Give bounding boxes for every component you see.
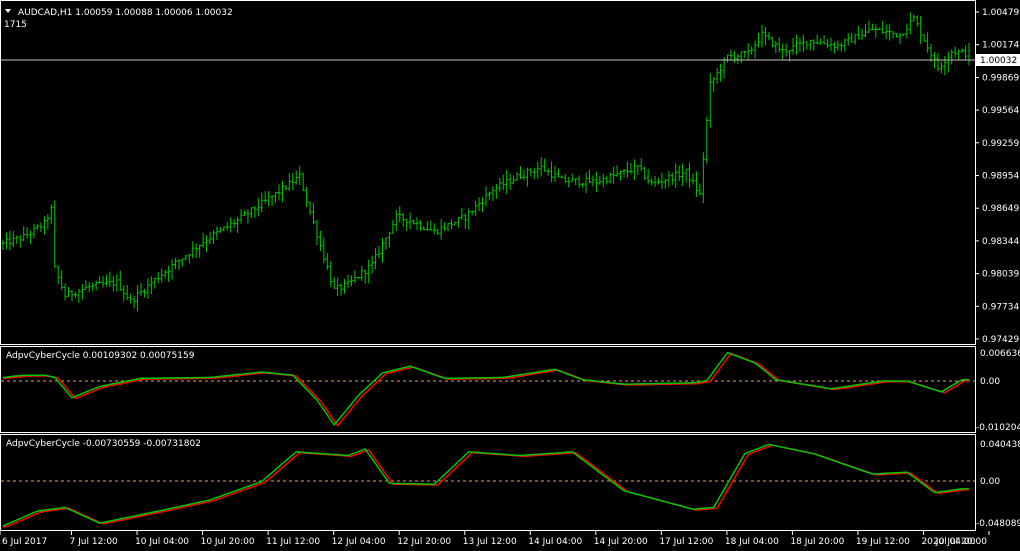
indicator2-zero-label: 0.00 (980, 477, 1000, 487)
indicator2-title: AdpvCyberCycle -0.00730559 -0.00731802 (6, 439, 201, 449)
indicator2-top-label: 0.040438 (980, 440, 1020, 450)
time-axis-label: 12 Jul 20:00 (397, 537, 451, 547)
price-axis-label: 1.00174 (982, 41, 1019, 51)
time-axis-label: 18 Jul 04:00 (725, 537, 779, 547)
current-price-box: 1.00032 (976, 54, 1020, 66)
time-axis-label: 14 Jul 04:00 (528, 537, 582, 547)
indicator1-trigger-line (3, 352, 969, 427)
time-axis-label: 14 Jul 20:00 (594, 537, 648, 547)
main-chart-frame[interactable] (0, 0, 976, 345)
current-price-label: 1.00032 (980, 56, 1017, 66)
indicator1-panel[interactable]: AdpvCyberCycle 0.00109302 0.00075159 0.0… (1, 349, 1020, 433)
time-axis-label: 10 Jul 04:00 (135, 537, 189, 547)
time-axis-label: 6 Jul 2017 (2, 537, 47, 547)
time-axis-label: 10 Jul 20:00 (201, 537, 255, 547)
time-axis-label: 12 Jul 04:00 (332, 537, 386, 547)
price-bars (1, 12, 971, 312)
time-axis-label: 17 Jul 12:00 (659, 537, 713, 547)
time-axis-label: 20 Jul 20:00 (933, 537, 987, 547)
price-axis-label: 0.98039 (982, 270, 1019, 280)
bar-count-label: 1715 (4, 20, 27, 30)
price-axis-label: 0.98649 (982, 204, 1019, 214)
price-axis-label: 0.99869 (982, 73, 1019, 83)
time-axis-label: 19 Jul 12:00 (856, 537, 910, 547)
indicator2-panel[interactable]: AdpvCyberCycle -0.00730559 -0.00731802 0… (1, 439, 1020, 529)
price-axis-label: 0.99564 (982, 106, 1019, 116)
indicator1-zero-label: 0.00 (980, 377, 1000, 387)
indicator1-title: AdpvCyberCycle 0.00109302 0.00075159 (6, 351, 195, 361)
price-axis-label: 1.00479 (982, 8, 1019, 18)
chart-title: AUDCAD,H1 1.00059 1.00088 1.00006 1.0003… (4, 8, 233, 30)
time-axis-label: 7 Jul 12:00 (70, 537, 119, 547)
time-axis-label: 13 Jul 12:00 (463, 537, 517, 547)
indicator1-cycle-line (2, 351, 969, 427)
indicator2-cycle-line (2, 443, 969, 527)
indicator1-bottom-label: -0.010204 (976, 423, 1020, 433)
time-axis-label: 18 Jul 20:00 (790, 537, 844, 547)
price-axis-label: 0.99259 (982, 139, 1019, 149)
price-axis-label: 0.98954 (982, 172, 1019, 182)
indicator2-bottom-label: -0.048089 (976, 519, 1020, 529)
price-axis-label: 0.98344 (982, 237, 1019, 247)
time-axis[interactable]: 6 Jul 2017 7 Jul 12:00 10 Jul 04:00 10 Jul … (0, 531, 990, 547)
price-axis-label: 0.97734 (982, 302, 1019, 312)
symbol-ohlc-label: AUDCAD,H1 1.00059 1.00088 1.00006 1.0003… (18, 8, 233, 18)
dropdown-triangle-icon[interactable] (5, 9, 11, 13)
time-axis-label: 11 Jul 12:00 (266, 537, 320, 547)
indicator1-top-label: 0.006636 (980, 349, 1020, 359)
price-axis-label: 0.97429 (982, 335, 1019, 345)
trading-chart-window[interactable]: AUDCAD,H1 1.00059 1.00088 1.00006 1.0003… (0, 0, 1020, 551)
